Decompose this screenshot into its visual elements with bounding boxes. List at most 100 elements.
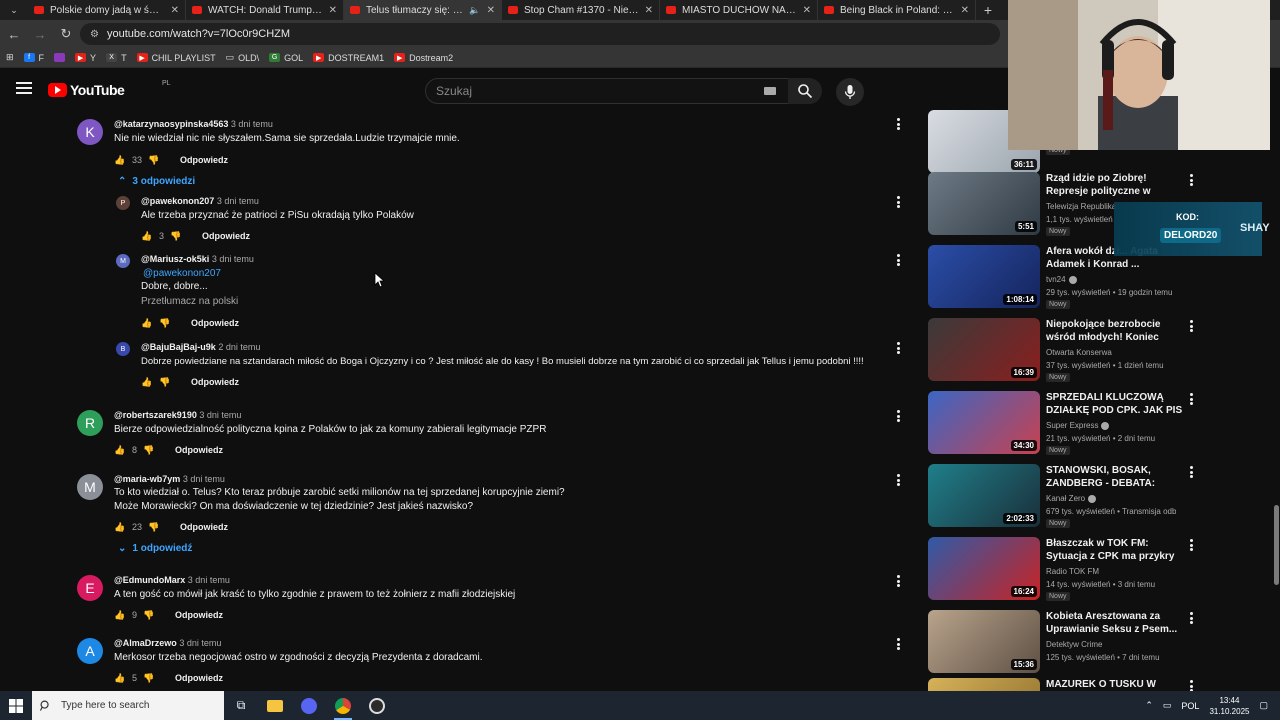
comment-time[interactable]: 3 dni temu — [188, 575, 230, 585]
video-title[interactable]: MAZUREK O TUSKU W — [1046, 678, 1184, 691]
chrome-icon[interactable] — [326, 691, 360, 720]
video-title[interactable]: Niepokojące bezrobocie wśród młodych! Ko… — [1046, 318, 1184, 345]
dislike-icon[interactable]: 👎 — [143, 609, 155, 621]
close-tab-icon[interactable]: ✕ — [645, 5, 653, 16]
page-scrollbar[interactable] — [1274, 505, 1279, 585]
comment-mention[interactable]: @pawekonon207 — [143, 267, 221, 281]
network-icon[interactable]: ▭ — [1163, 700, 1172, 711]
url-bar[interactable]: ⚙ youtube.com/watch?v=7lOc0r9CHZM — [80, 23, 1000, 45]
bookmark-old[interactable]: ▭ OLD\ — [226, 52, 260, 63]
comment-menu-icon[interactable] — [897, 575, 901, 587]
browser-tab[interactable]: WATCH: Donald Trump and Xi J ✕ — [186, 0, 344, 20]
close-tab-icon[interactable]: ✕ — [487, 5, 495, 16]
video-menu-icon[interactable] — [1190, 174, 1194, 186]
search-button[interactable] — [788, 78, 822, 104]
bookmark-chil-playlist[interactable]: ▶ CHIL PLAYLIST — [136, 53, 216, 63]
dislike-icon[interactable]: 👎 — [159, 376, 171, 388]
comment-author[interactable]: @EdmundoMarx — [114, 575, 185, 585]
comment-author[interactable]: @katarzynaosypinska4563 — [114, 119, 228, 129]
bookmark-y[interactable]: ▶ Y — [75, 53, 96, 63]
comment-time[interactable]: 3 dni temu — [179, 638, 221, 648]
bookmark-f[interactable]: fF — [23, 53, 44, 63]
video-channel[interactable]: Kanał Zero — [1046, 494, 1097, 503]
like-icon[interactable]: 👍 — [114, 609, 126, 621]
youtube-logo[interactable]: YouTube PL — [48, 80, 171, 98]
like-icon[interactable]: 👍 — [141, 376, 153, 388]
file-explorer-icon[interactable] — [258, 691, 292, 720]
reload-icon[interactable]: ↻ — [54, 22, 78, 46]
clock[interactable]: 13:44 31.10.2025 — [1209, 695, 1249, 717]
new-tab-icon[interactable]: + — [976, 0, 1000, 20]
video-thumbnail[interactable]: 16:39 — [928, 318, 1040, 381]
comment-time[interactable]: 3 dni temu — [217, 196, 259, 206]
comment-menu-icon[interactable] — [897, 118, 901, 130]
avatar[interactable]: M — [77, 474, 103, 500]
replies-toggle[interactable]: ⌃ 3 odpowiedzi — [118, 176, 195, 187]
browser-tab[interactable]: MIASTO DUCHÓW NAD BAŁTY ✕ — [660, 0, 818, 20]
video-title[interactable]: Błaszczak w TOK FM: Sytuacja z CPK ma pr… — [1046, 537, 1184, 564]
comment-time[interactable]: 3 dni temu — [183, 474, 225, 484]
dislike-icon[interactable]: 👎 — [143, 444, 155, 456]
dislike-icon[interactable]: 👎 — [143, 672, 155, 684]
avatar[interactable]: E — [77, 575, 103, 601]
avatar[interactable]: K — [77, 119, 103, 145]
like-icon[interactable]: 👍 — [114, 521, 126, 533]
comment-author[interactable]: @BajuBajBaj-u9k — [141, 342, 216, 352]
video-thumbnail[interactable]: 34:30 — [928, 391, 1040, 454]
video-channel[interactable]: Super Express — [1046, 421, 1110, 430]
avatar[interactable]: R — [77, 410, 103, 436]
chevron-up-icon[interactable]: ⌃ — [1145, 700, 1153, 711]
video-thumbnail[interactable]: 16:24 — [928, 537, 1040, 600]
related-video-item[interactable]: 16:24 Błaszczak w TOK FM: Sytuacja z CPK… — [928, 537, 1280, 603]
comment-time[interactable]: 3 dni temu — [199, 410, 241, 420]
comment-author[interactable]: @AlmaDrzewo — [114, 638, 177, 648]
like-icon[interactable]: 👍 — [114, 444, 126, 456]
video-title[interactable]: Rząd idzie po Ziobrę! Represje polityczn… — [1046, 172, 1184, 199]
related-video-item[interactable]: 15:36 Kobieta Aresztowana za Uprawianie … — [928, 610, 1280, 676]
dislike-icon[interactable]: 👎 — [148, 154, 160, 166]
video-menu-icon[interactable] — [1190, 466, 1194, 478]
discord-icon[interactable] — [292, 691, 326, 720]
video-channel[interactable]: Detektyw Crime — [1046, 640, 1102, 649]
close-tab-icon[interactable]: ✕ — [329, 5, 337, 16]
video-thumbnail[interactable]: 1:08:14 — [928, 245, 1040, 308]
obs-icon[interactable] — [360, 691, 394, 720]
comment-time[interactable]: 3 dni temu — [231, 119, 273, 129]
browser-tab[interactable]: Polskie domy jadą w świat! - Yo ✕ — [28, 0, 186, 20]
like-icon[interactable]: 👍 — [114, 672, 126, 684]
comment-author[interactable]: @pawekonon207 — [141, 196, 214, 206]
avatar[interactable]: A — [77, 638, 103, 664]
reply-button[interactable]: Odpowiedz — [191, 318, 239, 328]
video-thumbnail[interactable]: 15:36 — [928, 610, 1040, 673]
like-icon[interactable]: 👍 — [141, 317, 153, 329]
close-tab-icon[interactable]: ✕ — [803, 5, 811, 16]
close-tab-icon[interactable]: ✕ — [961, 5, 969, 16]
bookmark-dostream2[interactable]: ▶ Dostream2 — [394, 53, 453, 63]
reply-button[interactable]: Odpowiedz — [180, 522, 228, 532]
video-menu-icon[interactable] — [1190, 393, 1194, 405]
reply-button[interactable]: Odpowiedz — [175, 673, 223, 683]
back-icon[interactable]: ← — [2, 22, 26, 46]
reply-button[interactable]: Odpowiedz — [191, 377, 239, 387]
avatar[interactable]: B — [116, 342, 130, 356]
video-channel[interactable]: tvn24 — [1046, 275, 1077, 284]
avatar[interactable]: P — [116, 196, 130, 210]
apps-grid-icon[interactable]: ⊞ — [6, 52, 14, 63]
comment-menu-icon[interactable] — [897, 342, 901, 354]
search-input[interactable]: Szukaj — [425, 78, 789, 104]
video-thumbnail[interactable]: 2:02:33 — [928, 464, 1040, 527]
voice-search-button[interactable] — [836, 78, 864, 106]
forward-icon[interactable]: → — [28, 22, 52, 46]
video-title[interactable]: STANOWSKI, BOSAK, ZANDBERG - DEBATA: JAK… — [1046, 464, 1184, 491]
notification-icon[interactable]: ▢ — [1259, 700, 1268, 711]
translate-link[interactable]: Przetłumacz na polski — [141, 296, 238, 307]
video-channel[interactable]: Otwarta Konserwa — [1046, 348, 1112, 357]
language-indicator[interactable]: POL — [1181, 701, 1199, 711]
reply-button[interactable]: Odpowiedz — [180, 155, 228, 165]
tab-search-icon[interactable]: ⌄ — [0, 0, 28, 20]
dislike-icon[interactable]: 👎 — [170, 230, 182, 242]
keyboard-icon[interactable] — [764, 87, 776, 95]
dislike-icon[interactable]: 👎 — [148, 521, 160, 533]
video-thumbnail[interactable] — [928, 678, 1040, 691]
video-menu-icon[interactable] — [1190, 612, 1194, 624]
